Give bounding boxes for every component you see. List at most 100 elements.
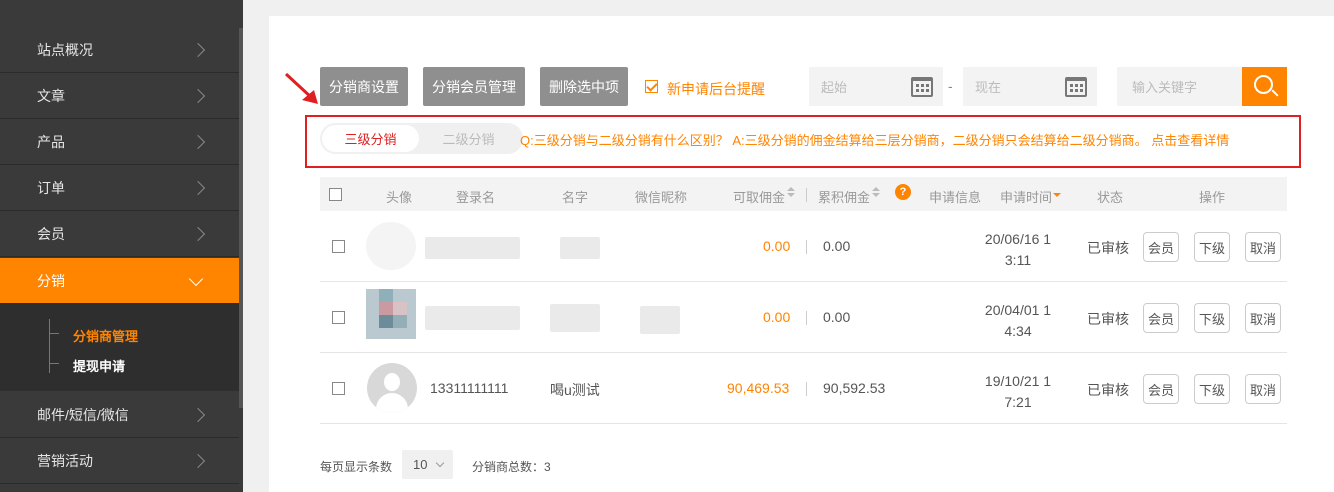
avatar xyxy=(367,363,417,413)
search-icon xyxy=(1254,75,1273,94)
submenu-item-withdraw-requests[interactable]: 提现申请 xyxy=(73,356,125,375)
member-button[interactable]: 会员 xyxy=(1143,303,1179,333)
remind-checkbox[interactable] xyxy=(645,80,658,93)
column-separator xyxy=(806,382,807,396)
cancel-button[interactable]: 取消 xyxy=(1245,303,1281,333)
member-button[interactable]: 会员 xyxy=(1143,374,1179,404)
row-checkbox[interactable] xyxy=(332,382,345,395)
sidebar-item-mail-sms-wechat[interactable]: 邮件/短信/微信 xyxy=(0,393,239,438)
sidebar-item-products[interactable]: 产品 xyxy=(0,120,239,165)
sort-down-icon[interactable] xyxy=(787,193,795,197)
sidebar-item-label: 订单 xyxy=(37,180,65,196)
available-commission: 90,469.53 xyxy=(727,380,790,396)
tree-branch xyxy=(49,363,59,364)
status-badge: 已审核 xyxy=(1087,311,1129,327)
per-page-label: 每页显示条数 xyxy=(320,460,393,474)
help-icon[interactable]: ? xyxy=(895,184,911,200)
tree-branch xyxy=(49,333,59,334)
sidebar-item-label: 营销活动 xyxy=(37,453,93,469)
user-placeholder-icon xyxy=(384,373,400,391)
faq-link[interactable]: Q:三级分销与二级分销有什么区别？ A:三级分销的佣金结算给三层分销商，二级分销… xyxy=(520,130,1229,149)
chevron-right-icon xyxy=(190,88,206,104)
member-management-button[interactable]: 分销会员管理 xyxy=(423,67,525,106)
distribution-submenu: 分销商管理 提现申请 xyxy=(0,303,239,391)
sidebar-item-label: 文章 xyxy=(37,88,65,104)
avatar xyxy=(366,289,416,339)
cancel-button[interactable]: 取消 xyxy=(1245,374,1281,404)
row-divider xyxy=(320,281,1287,282)
available-commission: 0.00 xyxy=(763,309,791,325)
row-checkbox[interactable] xyxy=(332,311,345,324)
sidebar-item-articles[interactable]: 文章 xyxy=(0,74,239,119)
search-input[interactable]: 输入关键字 xyxy=(1117,67,1242,106)
search-placeholder: 输入关键字 xyxy=(1132,80,1198,95)
header-status: 状态 xyxy=(1097,190,1124,205)
sidebar-item-label: 邮件/短信/微信 xyxy=(37,407,129,423)
chevron-right-icon xyxy=(190,407,206,423)
date-end-placeholder: 现在 xyxy=(975,80,1002,95)
per-page-value: 10 xyxy=(413,457,428,472)
row-divider xyxy=(320,423,1287,424)
header-avatar: 头像 xyxy=(386,190,413,205)
header-apply-time[interactable]: 申请时间 xyxy=(1000,187,1052,206)
select-all-checkbox[interactable] xyxy=(329,188,342,201)
header-name: 名字 xyxy=(562,190,589,205)
sidebar-item-site-overview[interactable]: 站点概况 xyxy=(0,28,239,73)
tab-two-level[interactable]: 二级分销 xyxy=(420,125,517,152)
sort-up-icon[interactable] xyxy=(872,187,880,191)
apply-time: 20/04/01 14:34 xyxy=(984,302,1052,339)
date-end-input[interactable]: 现在 xyxy=(963,67,1097,106)
calendar-icon[interactable] xyxy=(911,77,933,97)
search-button[interactable] xyxy=(1242,67,1287,106)
header-available-commission[interactable]: 可取佣金 xyxy=(733,187,785,206)
header-login: 登录名 xyxy=(456,190,496,205)
date-start-input[interactable]: 起始 xyxy=(809,67,943,106)
sidebar-item-orders[interactable]: 订单 xyxy=(0,166,239,211)
sidebar-item-distribution[interactable]: 分销 xyxy=(0,258,239,303)
status-badge: 已审核 xyxy=(1087,382,1129,398)
sort-down-icon[interactable] xyxy=(1053,193,1061,197)
sidebar-item-marketing[interactable]: 营销活动 xyxy=(0,439,239,484)
sidebar-item-label: 站点概况 xyxy=(37,42,93,58)
header-cumulative-commission[interactable]: 累积佣金 xyxy=(818,187,870,206)
header-operations: 操作 xyxy=(1199,190,1226,205)
cumulative-commission: 0.00 xyxy=(823,309,851,325)
sidebar-item-label: 产品 xyxy=(37,134,65,150)
chevron-right-icon xyxy=(190,42,206,58)
row-checkbox[interactable] xyxy=(332,240,345,253)
arrow-pointer-icon xyxy=(284,72,318,104)
level-tabs: 三级分销 二级分销 xyxy=(320,123,523,154)
delete-selected-button[interactable]: 删除选中项 xyxy=(540,67,628,106)
sidebar-scrollbar[interactable] xyxy=(239,28,243,408)
chevron-down-icon xyxy=(188,271,204,286)
sidebar-item-members[interactable]: 会员 xyxy=(0,212,239,257)
cumulative-commission: 90,592.53 xyxy=(823,380,886,396)
member-button[interactable]: 会员 xyxy=(1143,232,1179,262)
blurred-login xyxy=(425,237,520,259)
submenu-item-distributor-management[interactable]: 分销商管理 xyxy=(73,326,138,345)
remind-label: 新申请后台提醒 xyxy=(667,81,765,97)
distributor-settings-button[interactable]: 分销商设置 xyxy=(320,67,408,106)
total-count: 分销商总数：3 xyxy=(472,460,551,474)
chevron-right-icon xyxy=(190,180,206,196)
blurred-login xyxy=(425,306,520,330)
cancel-button[interactable]: 取消 xyxy=(1245,232,1281,262)
sort-up-icon[interactable] xyxy=(787,187,795,191)
subordinates-button[interactable]: 下级 xyxy=(1194,303,1230,333)
date-start-placeholder: 起始 xyxy=(821,80,848,95)
chevron-right-icon xyxy=(190,453,206,469)
calendar-icon[interactable] xyxy=(1065,77,1087,97)
per-page-select[interactable]: 10 xyxy=(402,450,453,479)
row-divider xyxy=(320,352,1287,353)
sort-down-icon[interactable] xyxy=(872,193,880,197)
chevron-right-icon xyxy=(190,134,206,150)
chevron-right-icon xyxy=(190,226,206,242)
blurred-name xyxy=(550,304,600,332)
tab-three-level[interactable]: 三级分销 xyxy=(322,125,419,152)
subordinates-button[interactable]: 下级 xyxy=(1194,374,1230,404)
apply-time: 20/06/16 13:11 xyxy=(984,231,1052,268)
status-badge: 已审核 xyxy=(1087,240,1129,256)
header-apply-info: 申请信息 xyxy=(929,190,982,205)
date-separator: - xyxy=(948,78,953,94)
subordinates-button[interactable]: 下级 xyxy=(1194,232,1230,262)
